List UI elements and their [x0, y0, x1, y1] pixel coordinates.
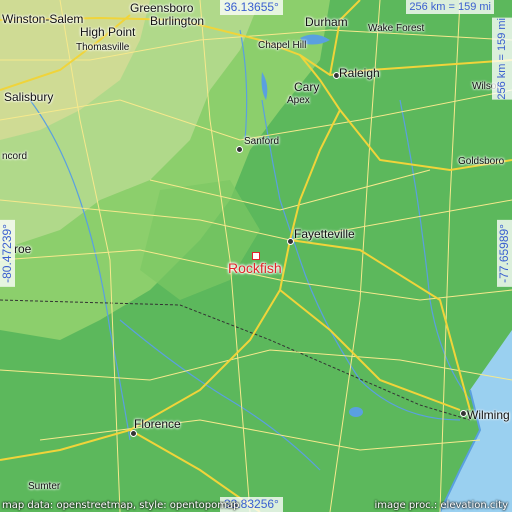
- map-credit: map data: openstreetmap, style: opentopo…: [2, 500, 240, 511]
- city-label: Sumter: [28, 481, 61, 492]
- city-label: High Point: [80, 25, 136, 39]
- city-label: Apex: [287, 95, 310, 106]
- city-dot: [460, 410, 467, 417]
- city-dot: [130, 430, 137, 437]
- city-label: ncord: [2, 151, 28, 162]
- city-label: Wilming: [467, 408, 510, 422]
- scale-right: 256 km = 159 mi: [492, 18, 512, 100]
- coord-top: 36.13655°: [220, 0, 283, 15]
- city-label: Sanford: [244, 136, 280, 147]
- coord-left: -80.47239°: [0, 220, 15, 287]
- city-label: Raleigh: [339, 66, 380, 80]
- city-label: Greensboro: [130, 1, 194, 15]
- image-credit: image proc.: elevation.city: [374, 500, 509, 511]
- city-label: Winston-Salem: [2, 12, 84, 26]
- city-label: Burlington: [150, 14, 205, 28]
- city-label: Florence: [134, 417, 181, 431]
- city-label: Cary: [294, 80, 320, 94]
- city-label: roe: [14, 242, 32, 256]
- city-label: Wake Forest: [368, 23, 425, 34]
- city-label: Salisbury: [4, 90, 54, 104]
- scale-top: 256 km = 159 mi: [406, 0, 494, 14]
- rockfish-marker[interactable]: [252, 252, 260, 260]
- city-dot: [236, 146, 243, 153]
- city-dot: [287, 238, 294, 245]
- coord-right: -77.65989°: [497, 220, 512, 287]
- city-label: Chapel Hill: [258, 40, 307, 51]
- lake: [349, 407, 363, 417]
- city-label: Goldsboro: [458, 156, 505, 167]
- rockfish-label[interactable]: Rockfish: [228, 260, 282, 276]
- city-label: Durham: [305, 15, 348, 29]
- city-label: Fayetteville: [294, 227, 355, 241]
- city-label: Thomasville: [76, 42, 130, 53]
